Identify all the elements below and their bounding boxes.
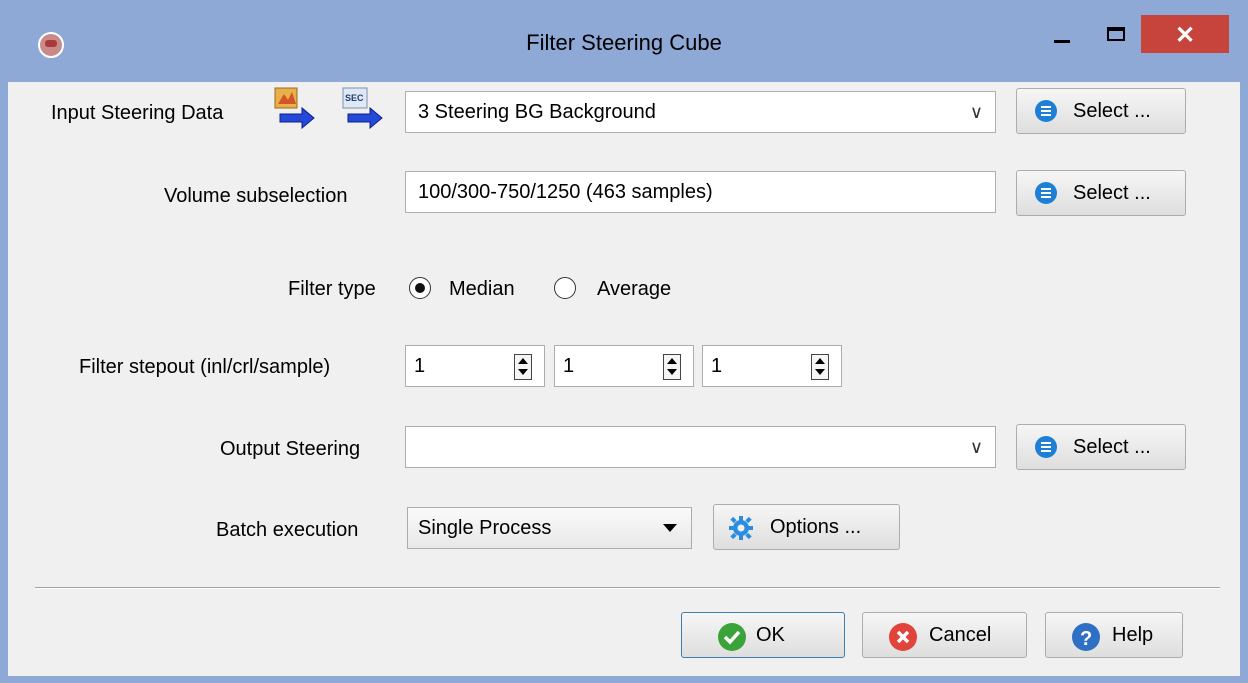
stepout-sample-value: 1: [711, 355, 723, 377]
svg-text:?: ?: [1080, 628, 1092, 650]
help-label: Help: [1112, 624, 1154, 646]
chevron-down-icon[interactable]: ∨: [970, 427, 983, 467]
stepout-inline-value: 1: [414, 355, 426, 377]
list-icon: [1035, 182, 1057, 204]
close-icon: ✕: [1174, 22, 1196, 49]
input-steering-value: 3 Steering BG Background: [418, 101, 656, 123]
help-icon: ?: [1072, 623, 1100, 651]
filter-steering-cube-window: Filter Steering Cube ✕ Input Steering Da…: [0, 0, 1248, 683]
titlebar[interactable]: Filter Steering Cube ✕: [0, 0, 1248, 82]
cancel-button[interactable]: Cancel: [862, 612, 1027, 658]
import-2d-icon[interactable]: [272, 86, 316, 130]
filter-type-label: Filter type: [288, 278, 376, 300]
input-steering-label: Input Steering Data: [51, 102, 224, 124]
minimize-button[interactable]: [1040, 18, 1088, 54]
stepout-crossline-value: 1: [563, 355, 575, 377]
list-icon: [1035, 100, 1057, 122]
volume-select-label: Select ...: [1073, 182, 1151, 204]
input-steering-select-label: Select ...: [1073, 100, 1151, 122]
cancel-label: Cancel: [929, 624, 992, 646]
batch-execution-label: Batch execution: [216, 519, 359, 541]
chevron-down-icon[interactable]: ∨: [970, 92, 983, 132]
footer-divider: [35, 587, 1220, 589]
stepout-inline-spinner[interactable]: 1: [405, 345, 545, 387]
spinner-icon[interactable]: [514, 354, 532, 380]
output-steering-select-button[interactable]: Select ...: [1016, 424, 1186, 470]
stepout-sample-spinner[interactable]: 1: [702, 345, 842, 387]
options-label: Options ...: [770, 516, 862, 538]
dialog-body: Input Steering Data SEC 3 Steering BG Ba…: [8, 82, 1240, 676]
ok-button[interactable]: OK: [681, 612, 845, 658]
volume-select-button[interactable]: Select ...: [1016, 170, 1186, 216]
input-steering-select-button[interactable]: Select ...: [1016, 88, 1186, 134]
help-button[interactable]: ? Help: [1045, 612, 1183, 658]
output-steering-dropdown[interactable]: ∨: [405, 426, 996, 468]
input-steering-dropdown[interactable]: 3 Steering BG Background ∨: [405, 91, 996, 133]
volume-subselection-label: Volume subselection: [164, 185, 348, 207]
batch-execution-select[interactable]: Single Process: [407, 507, 692, 549]
chevron-down-icon: [663, 524, 677, 532]
stepout-crossline-spinner[interactable]: 1: [554, 345, 694, 387]
minimize-icon: [1054, 40, 1070, 43]
output-steering-select-label: Select ...: [1073, 436, 1151, 458]
import-sec-icon[interactable]: SEC: [340, 86, 384, 130]
ok-label: OK: [756, 624, 785, 646]
volume-subselection-value: 100/300-750/1250 (463 samples): [418, 181, 713, 203]
radio-average-label: Average: [597, 278, 672, 300]
options-button[interactable]: Options ...: [713, 504, 900, 550]
filter-stepout-label: Filter stepout (inl/crl/sample): [79, 356, 331, 378]
radio-median-label: Median: [449, 278, 515, 300]
check-icon: [718, 623, 746, 651]
maximize-button[interactable]: [1092, 18, 1140, 54]
cancel-icon: [889, 623, 917, 651]
list-icon: [1035, 436, 1057, 458]
radio-median[interactable]: [409, 277, 431, 299]
close-button[interactable]: ✕: [1141, 15, 1229, 53]
output-steering-label: Output Steering: [220, 438, 361, 460]
gear-icon: [729, 516, 753, 540]
volume-subselection-field[interactable]: 100/300-750/1250 (463 samples): [405, 171, 996, 213]
maximize-icon: [1107, 27, 1125, 41]
spinner-icon[interactable]: [663, 354, 681, 380]
svg-text:SEC: SEC: [345, 93, 364, 103]
radio-average[interactable]: [554, 277, 576, 299]
batch-execution-value: Single Process: [418, 517, 552, 539]
spinner-icon[interactable]: [811, 354, 829, 380]
